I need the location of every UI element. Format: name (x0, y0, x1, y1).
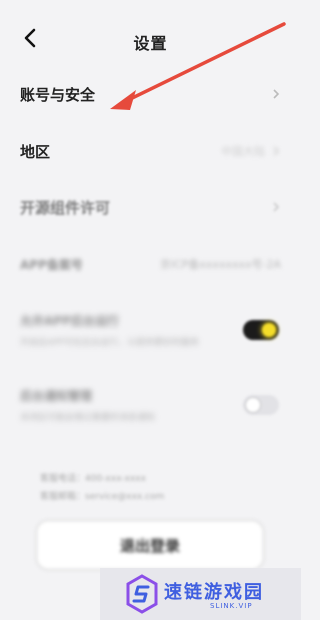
watermark-logo-icon (126, 574, 158, 614)
settings-row-notification: 后台通知管理 关闭后可能会错过重要的消息通知 (20, 383, 281, 427)
settings-row-region[interactable]: 地区 中国大陆 (20, 137, 281, 165)
row-label: 开源组件许可 (20, 198, 111, 217)
header: 设置 (0, 0, 301, 80)
settings-row-open-source[interactable]: 开源组件许可 (20, 193, 281, 221)
watermark-text: 速链游戏园 (164, 582, 264, 603)
chevron-right-icon (273, 146, 280, 156)
footer-line: 客服邮箱：service@xxx.com (40, 492, 165, 502)
settings-row-account-security[interactable]: 账号与安全 (20, 80, 281, 108)
notification-toggle[interactable] (243, 395, 279, 415)
row-label: 允许APP后台运行 (20, 314, 119, 328)
footer-info: 客服电话：400-xxx-xxxx 客服邮箱：service@xxx.com (40, 470, 270, 506)
background-run-toggle[interactable] (243, 320, 279, 340)
region-value: 中国大陆 (221, 145, 265, 158)
row-subtext: 关闭后可能会错过重要的消息通知 (20, 413, 156, 423)
logout-button[interactable]: 退出登录 (36, 520, 264, 570)
footer-line: 客服电话：400-xxx-xxxx (40, 474, 146, 484)
row-label: APP备案号 (20, 257, 83, 272)
settings-row-background-run: 允许APP后台运行 开启后APP可在后台运行，以提供更好的服务 (20, 308, 281, 352)
watermark-subtext: SLINK.VIP (210, 602, 253, 610)
row-label: 账号与安全 (20, 85, 96, 104)
page-title: 设置 (133, 34, 168, 53)
row-label: 地区 (20, 142, 51, 161)
chevron-right-icon (273, 89, 280, 99)
chevron-right-icon (273, 202, 280, 212)
row-label: 后台通知管理 (20, 389, 93, 403)
icp-value: 京ICP备xxxxxxxx号-2A (159, 258, 281, 271)
settings-row-icp: APP备案号 京ICP备xxxxxxxx号-2A (20, 250, 281, 278)
row-subtext: 开启后APP可在后台运行，以提供更好的服务 (20, 338, 200, 348)
